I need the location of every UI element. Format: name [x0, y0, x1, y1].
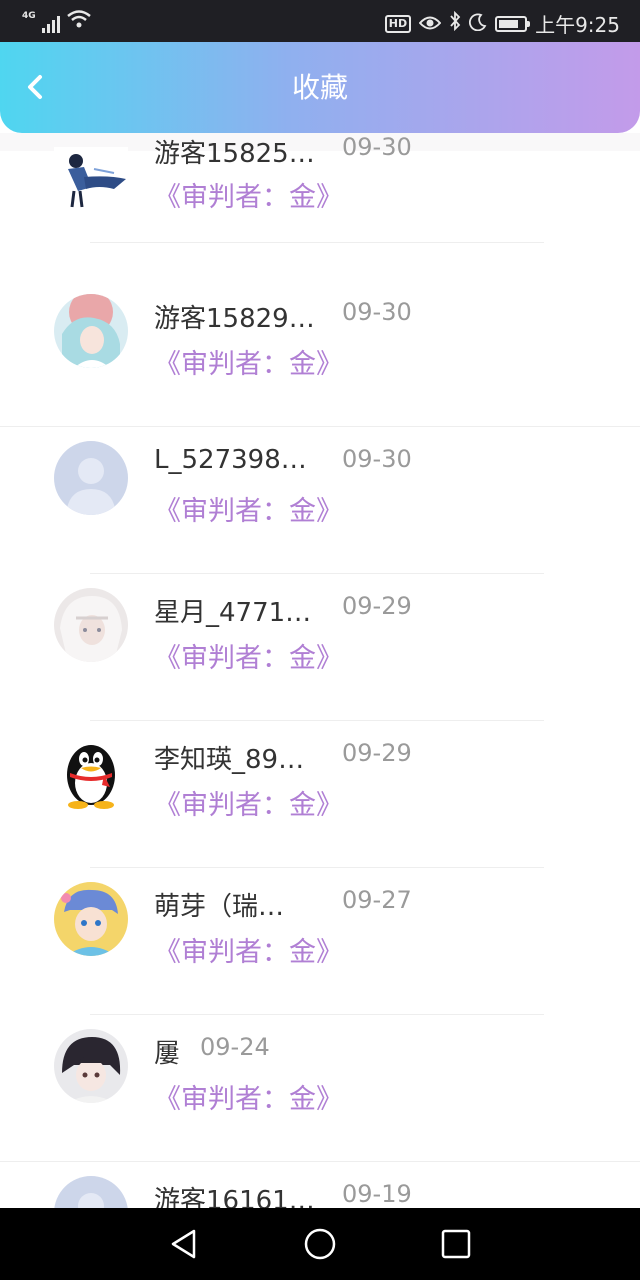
- work-title: 《审判者：金》: [154, 1084, 343, 1115]
- list-item[interactable]: 屢 09-24 《审判者：金》: [0, 1015, 640, 1162]
- status-bar: 4G HD 上午9:25: [0, 0, 640, 42]
- user-name: 星月_4771…: [154, 598, 312, 628]
- signal-icon: [41, 13, 60, 33]
- app-header: 收藏: [0, 42, 640, 133]
- work-title: 《审判者：金》: [154, 496, 343, 527]
- dark-hair-avatar: [54, 1029, 128, 1103]
- work-title: 《审判者：金》: [154, 349, 343, 380]
- moon-icon: [469, 12, 487, 36]
- wifi-icon: [66, 9, 92, 33]
- list-item[interactable]: 李知瑛_89… 09-29 《审判者：金》: [0, 721, 640, 868]
- list-item[interactable]: L_5273987… 09-30 《审判者：金》: [0, 427, 640, 574]
- favorite-date: 09-19: [342, 1180, 412, 1208]
- white-hair-avatar: [54, 588, 128, 662]
- nav-home-button[interactable]: [302, 1226, 338, 1262]
- clock: 上午9:25: [535, 13, 620, 37]
- favorites-list: 游客15825… 09-30 《审判者：金》 游客15829… 09-30 《审…: [0, 0, 640, 1208]
- nav-recents-button[interactable]: [438, 1226, 474, 1262]
- work-title: 《审判者：金》: [154, 182, 343, 213]
- system-nav-bar: [0, 1208, 640, 1280]
- anime-boy-avatar: [54, 882, 128, 956]
- user-name: 游客15829…: [154, 304, 315, 334]
- favorite-date: 09-29: [342, 739, 412, 767]
- bluetooth-icon: [449, 10, 461, 36]
- user-name: 萌芽（瑞…: [154, 892, 285, 922]
- favorite-date: 09-30: [342, 298, 412, 326]
- triangle-back-icon: [171, 1229, 196, 1259]
- favorite-date: 09-24: [200, 1033, 270, 1061]
- divider: [90, 242, 544, 243]
- favorite-date: 09-27: [342, 886, 412, 914]
- user-name: 屢: [154, 1039, 181, 1069]
- work-title: 《审判者：金》: [154, 790, 343, 821]
- list-item[interactable]: 游客16161… 09-19: [0, 1162, 640, 1208]
- battery-icon: [495, 15, 531, 32]
- eye-icon: [418, 12, 442, 36]
- anime-girl-avatar: [54, 294, 128, 368]
- page-title: 收藏: [291, 71, 348, 104]
- user-name: 游客15825…: [154, 139, 315, 169]
- default-user-avatar: [54, 441, 128, 515]
- circle-home-icon: [304, 1228, 336, 1260]
- user-name: 李知瑛_89…: [154, 745, 305, 775]
- anime-figure-avatar: [54, 147, 128, 221]
- qq-penguin-avatar: [54, 735, 128, 809]
- list-item[interactable]: 游客15829… 09-30 《审判者：金》: [0, 280, 640, 427]
- user-name: 游客16161…: [154, 1186, 315, 1208]
- network-type: 4G: [22, 11, 36, 21]
- user-name: L_5273987…: [154, 445, 320, 475]
- list-item[interactable]: 星月_4771… 09-29 《审判者：金》: [0, 574, 640, 721]
- nav-back-button[interactable]: [166, 1226, 202, 1262]
- favorite-date: 09-29: [342, 592, 412, 620]
- work-title: 《审判者：金》: [154, 643, 343, 674]
- default-user-avatar: [54, 1176, 128, 1208]
- hd-badge: HD: [384, 14, 412, 33]
- favorite-date: 09-30: [342, 445, 412, 473]
- list-item[interactable]: 萌芽（瑞… 09-27 《审判者：金》: [0, 868, 640, 1015]
- work-title: 《审判者：金》: [154, 937, 343, 968]
- list-item[interactable]: 游客15825… 09-30 《审判者：金》: [0, 133, 640, 280]
- favorite-date: 09-30: [342, 133, 412, 161]
- square-recents-icon: [441, 1229, 471, 1259]
